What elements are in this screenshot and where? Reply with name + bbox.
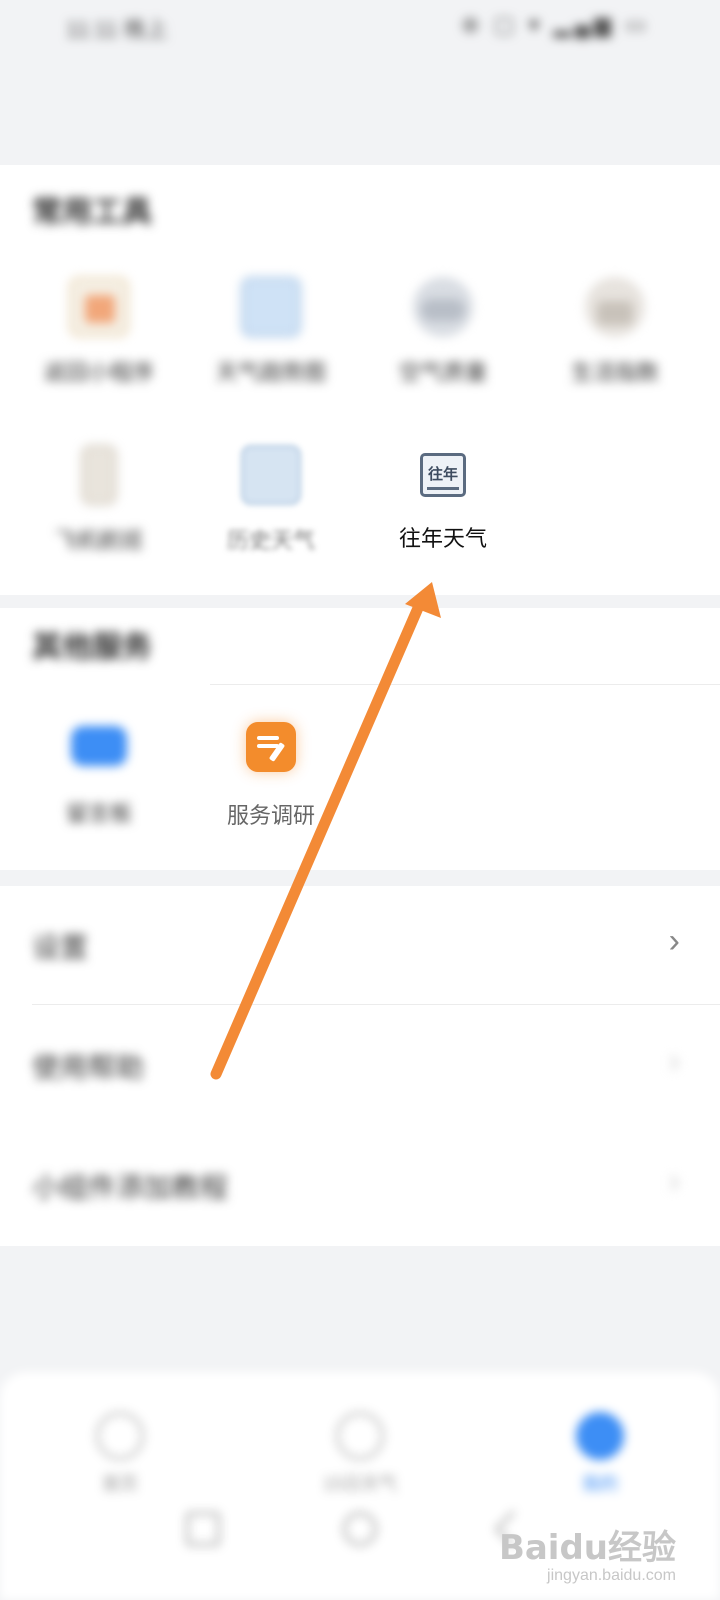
annotation-arrow bbox=[210, 582, 441, 1080]
nav-tab-15day[interactable]: 15日天气 bbox=[280, 1412, 440, 1496]
nav-label: 我的 bbox=[582, 1474, 618, 1494]
watermark-brand: Baidu经验 bbox=[498, 1528, 676, 1568]
nav-label: 首页 bbox=[102, 1474, 138, 1494]
nav-label: 15日天气 bbox=[322, 1474, 398, 1494]
recent-apps-icon[interactable] bbox=[186, 1512, 220, 1546]
arrow-shaft bbox=[210, 602, 424, 1080]
calendar-icon bbox=[336, 1412, 384, 1460]
home-icon bbox=[96, 1412, 144, 1460]
watermark-url: jingyan.baidu.com bbox=[547, 1567, 676, 1584]
nav-tab-mine[interactable]: 我的 bbox=[520, 1412, 680, 1496]
user-icon bbox=[576, 1412, 624, 1460]
watermark: Baidu经验 jingyan.baidu.com bbox=[499, 1520, 676, 1585]
nav-tab-home[interactable]: 首页 bbox=[40, 1412, 200, 1496]
home-button-icon[interactable] bbox=[343, 1512, 377, 1546]
